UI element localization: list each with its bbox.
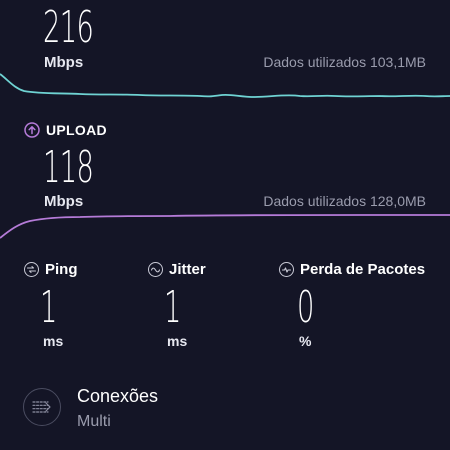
download-graph [0, 73, 450, 98]
upload-label: UPLOAD [46, 122, 107, 138]
connections-title: Conexões [77, 386, 159, 406]
download-speed-value: 216 [43, 2, 94, 53]
packet-loss-label: Perda de Pacotes [300, 261, 426, 278]
jitter-value: 1 [164, 282, 182, 333]
packet-loss-unit: % [299, 333, 312, 349]
upload-graph-line [0, 214, 450, 239]
packet-loss-icon [279, 262, 294, 277]
arrow-up-circle-icon [24, 122, 40, 138]
ping-value: 1 [40, 282, 58, 333]
jitter-metric-header: Jitter [148, 261, 206, 278]
upload-graph [0, 214, 450, 239]
jitter-icon [148, 262, 163, 277]
upload-header: UPLOAD [24, 122, 107, 138]
jitter-label: Jitter [169, 261, 206, 278]
ping-metric-header: Ping [24, 261, 78, 278]
packet-loss-value: 0 [297, 282, 315, 333]
jitter-unit: ms [167, 333, 188, 349]
connections-value: Multi [77, 413, 111, 430]
ping-label: Ping [45, 261, 78, 278]
upload-speed-value: 118 [43, 142, 94, 193]
ping-icon [24, 262, 39, 277]
packet-loss-metric-header: Perda de Pacotes [279, 261, 425, 278]
upload-data-used: Dados utilizados 128,0MB [263, 193, 426, 209]
ping-unit: ms [43, 333, 64, 349]
connections-icon [23, 388, 61, 426]
download-graph-line [0, 73, 450, 98]
